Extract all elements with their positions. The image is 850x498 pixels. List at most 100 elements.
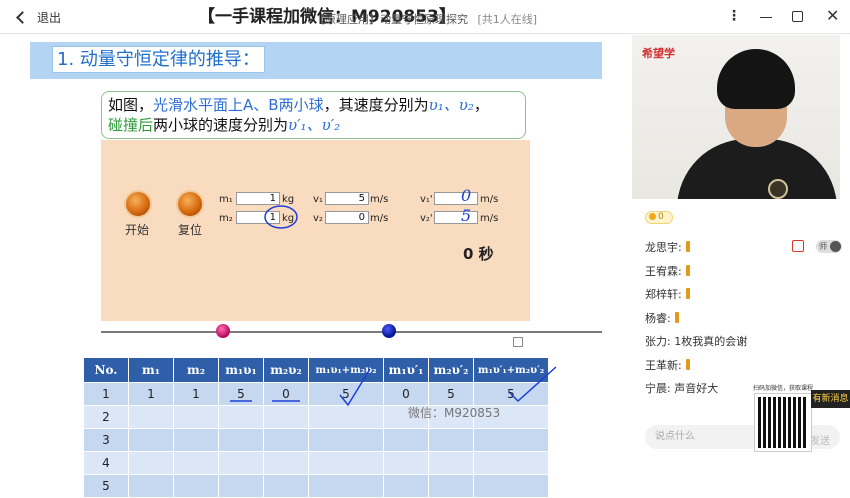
table-cell: 4 bbox=[83, 451, 129, 475]
start-label: 开始 bbox=[125, 223, 150, 237]
v1-input[interactable]: 5 bbox=[325, 192, 369, 205]
ground-line bbox=[101, 331, 602, 333]
gift-icon[interactable] bbox=[792, 240, 804, 252]
m2-label: m₂ bbox=[219, 213, 233, 224]
table-cell bbox=[263, 451, 309, 475]
reset-label: 复位 bbox=[178, 223, 203, 237]
table-cell bbox=[308, 428, 384, 452]
candle-icon bbox=[685, 241, 690, 252]
v2-prime-label: v₂' bbox=[420, 213, 433, 224]
table-cell bbox=[308, 474, 384, 498]
course-title: 【原理应用】动量守恒原理探究 bbox=[314, 13, 468, 26]
table-cell bbox=[128, 428, 174, 452]
chat-username: 张力: bbox=[645, 335, 671, 348]
coin-count: 0 bbox=[658, 212, 664, 222]
fullscreen-icon[interactable] bbox=[513, 337, 523, 347]
chat-username: 王革新: bbox=[645, 358, 682, 372]
v1-prime-label: v₁' bbox=[420, 194, 433, 205]
send-button[interactable]: 发送 bbox=[810, 432, 830, 447]
table-cell bbox=[128, 474, 174, 498]
video-figure-body bbox=[677, 139, 837, 199]
desc-velocities-after: υ′₁、υ′₂ bbox=[288, 116, 341, 134]
table-cell bbox=[173, 405, 219, 429]
table-cell bbox=[173, 428, 219, 452]
header-m1: m₁ bbox=[128, 357, 174, 383]
desc-text-4: ， bbox=[473, 96, 489, 114]
problem-description: 如图，光滑水平面上A、B两小球，其速度分别为υ₁、υ₂， 碰撞后两小球的速度分别… bbox=[101, 91, 526, 139]
v2-prime-input[interactable] bbox=[434, 211, 478, 224]
qr-code bbox=[754, 393, 812, 452]
chat-message: 王宥霖: bbox=[645, 260, 845, 284]
coin-counter: 0 bbox=[645, 211, 673, 224]
chat-message: 张力: 1枚我真的会谢 bbox=[645, 330, 845, 354]
chat-username: 龙思宇: bbox=[645, 241, 682, 254]
desc-text-5: 碰撞后 bbox=[108, 116, 154, 134]
chat-username: 王宥霖: bbox=[645, 264, 682, 278]
v2-input[interactable]: 0 bbox=[325, 211, 369, 224]
ball-a bbox=[216, 324, 230, 338]
teacher-only-toggle[interactable]: 师 bbox=[816, 240, 842, 253]
exit-button[interactable]: 退出 bbox=[16, 9, 62, 26]
more-vertical-icon[interactable]: ⋮ bbox=[727, 8, 741, 24]
v1-prime-input[interactable] bbox=[434, 192, 478, 205]
desc-text-3: ，其速度分别为 bbox=[323, 96, 429, 114]
header-no: No. bbox=[83, 357, 129, 383]
table-cell bbox=[428, 474, 474, 498]
chat-username: 郑梓轩: bbox=[645, 288, 682, 301]
table-cell bbox=[173, 451, 219, 475]
table-cell bbox=[128, 405, 174, 429]
handwritten-v1-prime: 0 bbox=[461, 186, 472, 205]
table-cell bbox=[473, 474, 549, 498]
table-cell bbox=[383, 428, 429, 452]
table-cell bbox=[128, 451, 174, 475]
handwritten-v2-prime: 5 bbox=[461, 206, 472, 225]
v2-prime-unit: m/s bbox=[480, 213, 499, 224]
handwritten-marks bbox=[230, 366, 557, 407]
handwritten-circle bbox=[264, 205, 298, 229]
exit-label: 退出 bbox=[37, 11, 62, 25]
v2-unit: m/s bbox=[370, 213, 389, 224]
chat-message: 杨睿: bbox=[645, 307, 845, 331]
qr-caption: 扫码加微信，获取课程 bbox=[753, 385, 814, 392]
simulation-panel: 开始 复位 m₁ 1 kg m₂ 1 kg v₁ 5 m/s v₂ 0 m/s … bbox=[101, 140, 530, 321]
chat-username: 宁晨: bbox=[645, 382, 671, 395]
table-cell bbox=[428, 451, 474, 475]
table-cell bbox=[473, 428, 549, 452]
start-button[interactable] bbox=[126, 192, 150, 216]
table-row: 3 bbox=[83, 428, 549, 452]
table-cell bbox=[173, 474, 219, 498]
teacher-video: 希望学 bbox=[632, 35, 840, 199]
table-cell bbox=[428, 428, 474, 452]
ball-b bbox=[382, 324, 396, 338]
table-cell: 1 bbox=[83, 382, 129, 406]
m1-label: m₁ bbox=[219, 194, 233, 205]
chat-text: 1枚我真的会谢 bbox=[674, 335, 748, 348]
shirt-badge-icon bbox=[768, 179, 788, 199]
slide-area: 1. 动量守恒定律的推导： 如图，光滑水平面上A、B两小球，其速度分别为υ₁、υ… bbox=[0, 35, 632, 498]
table-cell bbox=[263, 428, 309, 452]
table-cell bbox=[218, 474, 264, 498]
candle-icon bbox=[685, 358, 690, 370]
table-cell: 1 bbox=[173, 382, 219, 406]
v1-label: v₁ bbox=[313, 194, 323, 205]
candle-icon bbox=[674, 311, 679, 323]
maximize-icon[interactable] bbox=[792, 11, 803, 22]
close-icon[interactable]: ✕ bbox=[826, 6, 839, 25]
chat-text: 声音好大 bbox=[674, 382, 719, 395]
candle-icon bbox=[685, 288, 690, 299]
table-cell bbox=[308, 451, 384, 475]
video-figure-hair bbox=[717, 49, 795, 109]
window-title: 【原理应用】动量守恒原理探究 [共1人在线] bbox=[314, 11, 537, 27]
minimize-icon[interactable] bbox=[760, 17, 772, 18]
chat-message: 郑梓轩: bbox=[645, 283, 845, 307]
desc-text-2: 光滑水平面上A、B两小球 bbox=[153, 96, 324, 114]
brand-logo: 希望学 bbox=[642, 47, 675, 60]
watermark-middle: 微信：M920853 bbox=[408, 406, 501, 420]
v1-unit: m/s bbox=[370, 194, 389, 205]
desc-velocities: υ₁、υ₂ bbox=[428, 96, 474, 114]
new-message-button[interactable]: 有新消息 bbox=[811, 390, 850, 408]
chat-message: 王革新: bbox=[645, 354, 845, 378]
header-m2: m₂ bbox=[173, 357, 219, 383]
table-cell bbox=[218, 428, 264, 452]
reset-button[interactable] bbox=[178, 192, 202, 216]
